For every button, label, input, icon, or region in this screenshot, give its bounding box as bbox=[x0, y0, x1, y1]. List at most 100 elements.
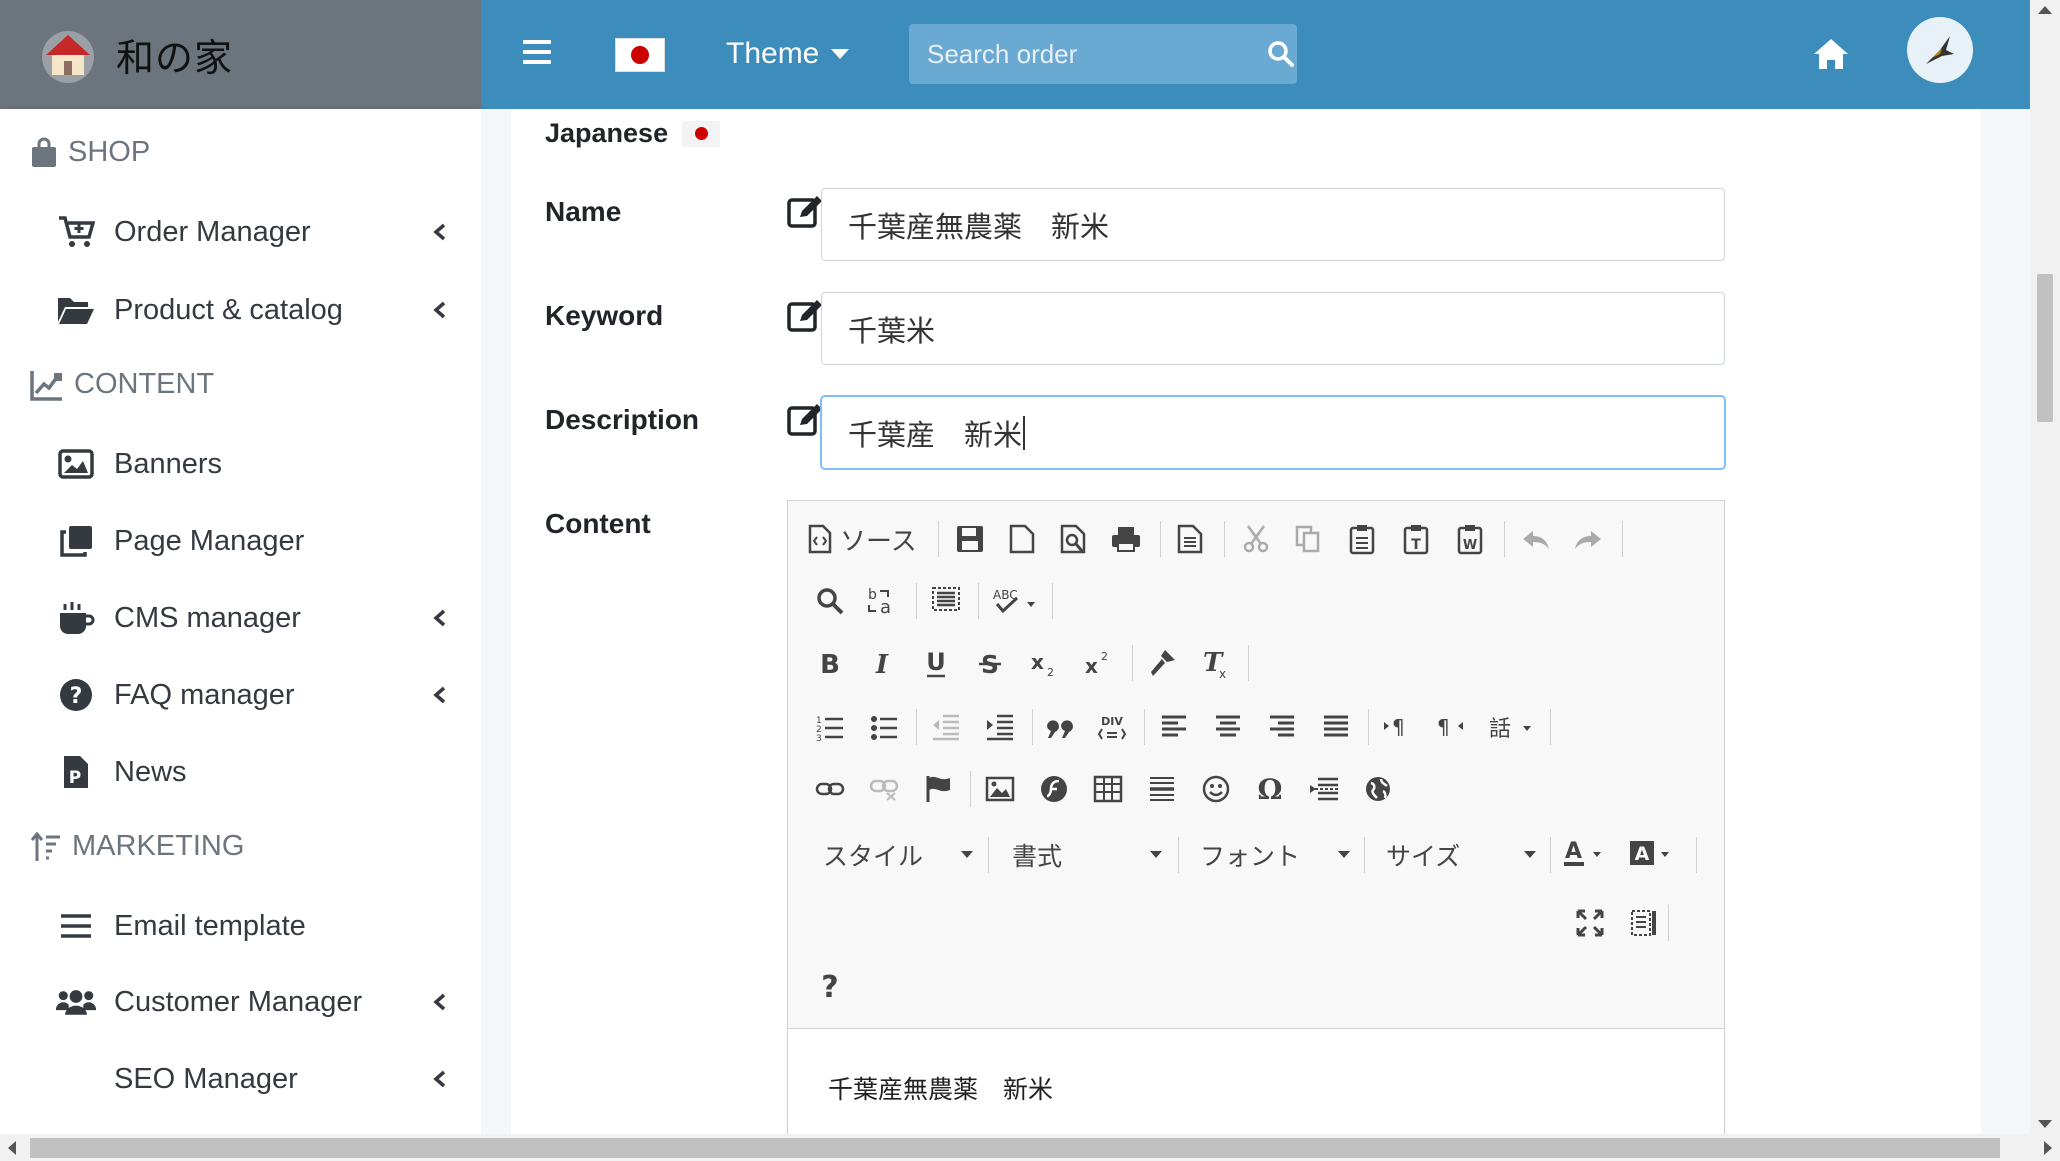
numbered-list-icon[interactable]: 123 bbox=[808, 705, 852, 749]
sidebar-item-email-template[interactable]: Email template bbox=[56, 896, 456, 956]
link-icon[interactable] bbox=[808, 767, 852, 811]
unlink-icon[interactable] bbox=[862, 767, 906, 811]
source-button[interactable]: ソース bbox=[808, 517, 917, 561]
theme-dropdown[interactable]: Theme bbox=[726, 30, 850, 78]
keyword-field[interactable]: 千葉米 bbox=[821, 292, 1725, 365]
justify-icon[interactable] bbox=[1314, 705, 1358, 749]
sidebar-item-faq-manager[interactable]: ? FAQ manager bbox=[56, 665, 456, 725]
horizontal-rule-icon[interactable] bbox=[1140, 767, 1184, 811]
sidebar-item-order-manager[interactable]: Order Manager bbox=[56, 202, 456, 262]
anchor-flag-icon[interactable] bbox=[916, 767, 960, 811]
edit-icon[interactable] bbox=[786, 297, 824, 335]
name-label: Name bbox=[545, 196, 622, 227]
help-icon[interactable]: ? bbox=[808, 965, 852, 1009]
image-icon[interactable] bbox=[978, 767, 1022, 811]
size-combo[interactable]: サイズ bbox=[1386, 831, 1536, 879]
bulleted-list-icon[interactable] bbox=[862, 705, 906, 749]
description-field[interactable]: 千葉産 新米 bbox=[821, 396, 1725, 469]
superscript-icon[interactable]: x2 bbox=[1076, 641, 1120, 685]
avatar[interactable] bbox=[1907, 17, 1973, 83]
preview-icon[interactable] bbox=[1052, 517, 1096, 561]
chevron-left-icon bbox=[433, 223, 446, 241]
ltr-icon[interactable]: ¶ bbox=[1374, 705, 1418, 749]
templates-icon[interactable] bbox=[1168, 517, 1212, 561]
cut-icon[interactable] bbox=[1234, 517, 1278, 561]
font-combo[interactable]: フォント bbox=[1200, 831, 1350, 879]
increase-indent-icon[interactable] bbox=[978, 705, 1022, 749]
scroll-up-icon[interactable] bbox=[2038, 6, 2052, 14]
name-field[interactable]: 千葉産無農薬 新米 bbox=[821, 188, 1725, 261]
language-flag-button[interactable] bbox=[615, 38, 665, 72]
special-char-icon[interactable]: Ω bbox=[1248, 767, 1292, 811]
svg-text:?: ? bbox=[70, 684, 83, 709]
sidebar-item-news[interactable]: P News bbox=[56, 742, 456, 802]
sidebar-item-product-catalog[interactable]: Product & catalog bbox=[56, 280, 456, 340]
sidebar-item-label: News bbox=[114, 755, 187, 788]
subscript-icon[interactable]: x2 bbox=[1022, 641, 1066, 685]
vertical-scrollbar[interactable] bbox=[2030, 0, 2060, 1134]
paste-icon[interactable] bbox=[1340, 517, 1384, 561]
sidebar-item-customer-manager[interactable]: Customer Manager bbox=[56, 972, 456, 1032]
div-container-icon[interactable]: DIV bbox=[1090, 705, 1134, 749]
page-break-icon[interactable] bbox=[1302, 767, 1346, 811]
scrollbar-thumb[interactable] bbox=[2037, 274, 2053, 422]
new-page-icon[interactable] bbox=[1000, 517, 1044, 561]
sidebar-item-banners[interactable]: Banners bbox=[56, 434, 456, 494]
background-color-icon[interactable]: A bbox=[1624, 831, 1680, 875]
format-combo[interactable]: 書式 bbox=[1012, 831, 1162, 879]
menu-toggle-icon[interactable] bbox=[521, 36, 553, 68]
underline-icon[interactable]: U bbox=[914, 641, 958, 685]
align-center-icon[interactable] bbox=[1206, 705, 1250, 749]
redo-icon[interactable] bbox=[1566, 517, 1610, 561]
maximize-icon[interactable] bbox=[1568, 901, 1612, 945]
language-heading: Japanese bbox=[545, 118, 721, 149]
iframe-globe-icon[interactable] bbox=[1356, 767, 1400, 811]
edit-icon[interactable] bbox=[786, 193, 824, 231]
sidebar-item-label: Order Manager bbox=[114, 215, 311, 248]
align-right-icon[interactable] bbox=[1260, 705, 1304, 749]
file-powerpoint-icon: P bbox=[56, 752, 96, 792]
home-icon[interactable] bbox=[1811, 34, 1851, 74]
blockquote-icon[interactable] bbox=[1038, 705, 1082, 749]
scroll-right-icon[interactable] bbox=[2044, 1141, 2052, 1155]
decrease-indent-icon[interactable] bbox=[924, 705, 968, 749]
replace-icon[interactable]: ba bbox=[860, 579, 904, 623]
italic-icon[interactable]: I bbox=[860, 641, 904, 685]
find-icon[interactable] bbox=[808, 579, 852, 623]
scroll-left-icon[interactable] bbox=[8, 1141, 16, 1155]
bold-icon[interactable]: B bbox=[808, 641, 852, 685]
text-color-icon[interactable]: A bbox=[1558, 831, 1614, 875]
align-left-icon[interactable] bbox=[1152, 705, 1196, 749]
select-all-icon[interactable] bbox=[924, 579, 968, 623]
svg-text:U: U bbox=[926, 648, 946, 676]
search-icon[interactable] bbox=[1264, 24, 1297, 84]
strikethrough-icon[interactable]: S bbox=[968, 641, 1012, 685]
spellcheck-icon[interactable]: ABC bbox=[986, 579, 1046, 623]
remove-format-icon[interactable]: Tx bbox=[1194, 641, 1238, 685]
search-input[interactable] bbox=[909, 24, 1264, 84]
brand[interactable]: 和の家 bbox=[0, 0, 481, 109]
language-icon[interactable]: 話 bbox=[1482, 705, 1542, 749]
svg-text:2: 2 bbox=[1101, 650, 1108, 663]
table-icon[interactable] bbox=[1086, 767, 1130, 811]
save-icon[interactable] bbox=[948, 517, 992, 561]
style-combo[interactable]: スタイル bbox=[823, 831, 973, 879]
copy-icon[interactable] bbox=[1286, 517, 1330, 561]
flash-icon[interactable] bbox=[1032, 767, 1076, 811]
edit-icon[interactable] bbox=[786, 401, 824, 439]
sidebar-item-seo-manager[interactable]: SEO Manager bbox=[56, 1049, 456, 1109]
sidebar-item-cms-manager[interactable]: CMS manager bbox=[56, 588, 456, 648]
sidebar-item-page-manager[interactable]: Page Manager bbox=[56, 511, 456, 571]
show-blocks-icon[interactable] bbox=[1622, 901, 1666, 945]
paste-text-icon[interactable]: T bbox=[1394, 517, 1438, 561]
sidebar-item-label: Banners bbox=[114, 447, 223, 480]
copy-formatting-icon[interactable] bbox=[1140, 641, 1184, 685]
rtl-icon[interactable]: ¶ bbox=[1428, 705, 1472, 749]
horizontal-scrollbar[interactable] bbox=[0, 1134, 2060, 1161]
smiley-icon[interactable] bbox=[1194, 767, 1238, 811]
undo-icon[interactable] bbox=[1514, 517, 1558, 561]
scroll-down-icon[interactable] bbox=[2038, 1120, 2052, 1128]
paste-word-icon[interactable]: W bbox=[1448, 517, 1492, 561]
print-icon[interactable] bbox=[1104, 517, 1148, 561]
scrollbar-thumb[interactable] bbox=[30, 1138, 2000, 1158]
